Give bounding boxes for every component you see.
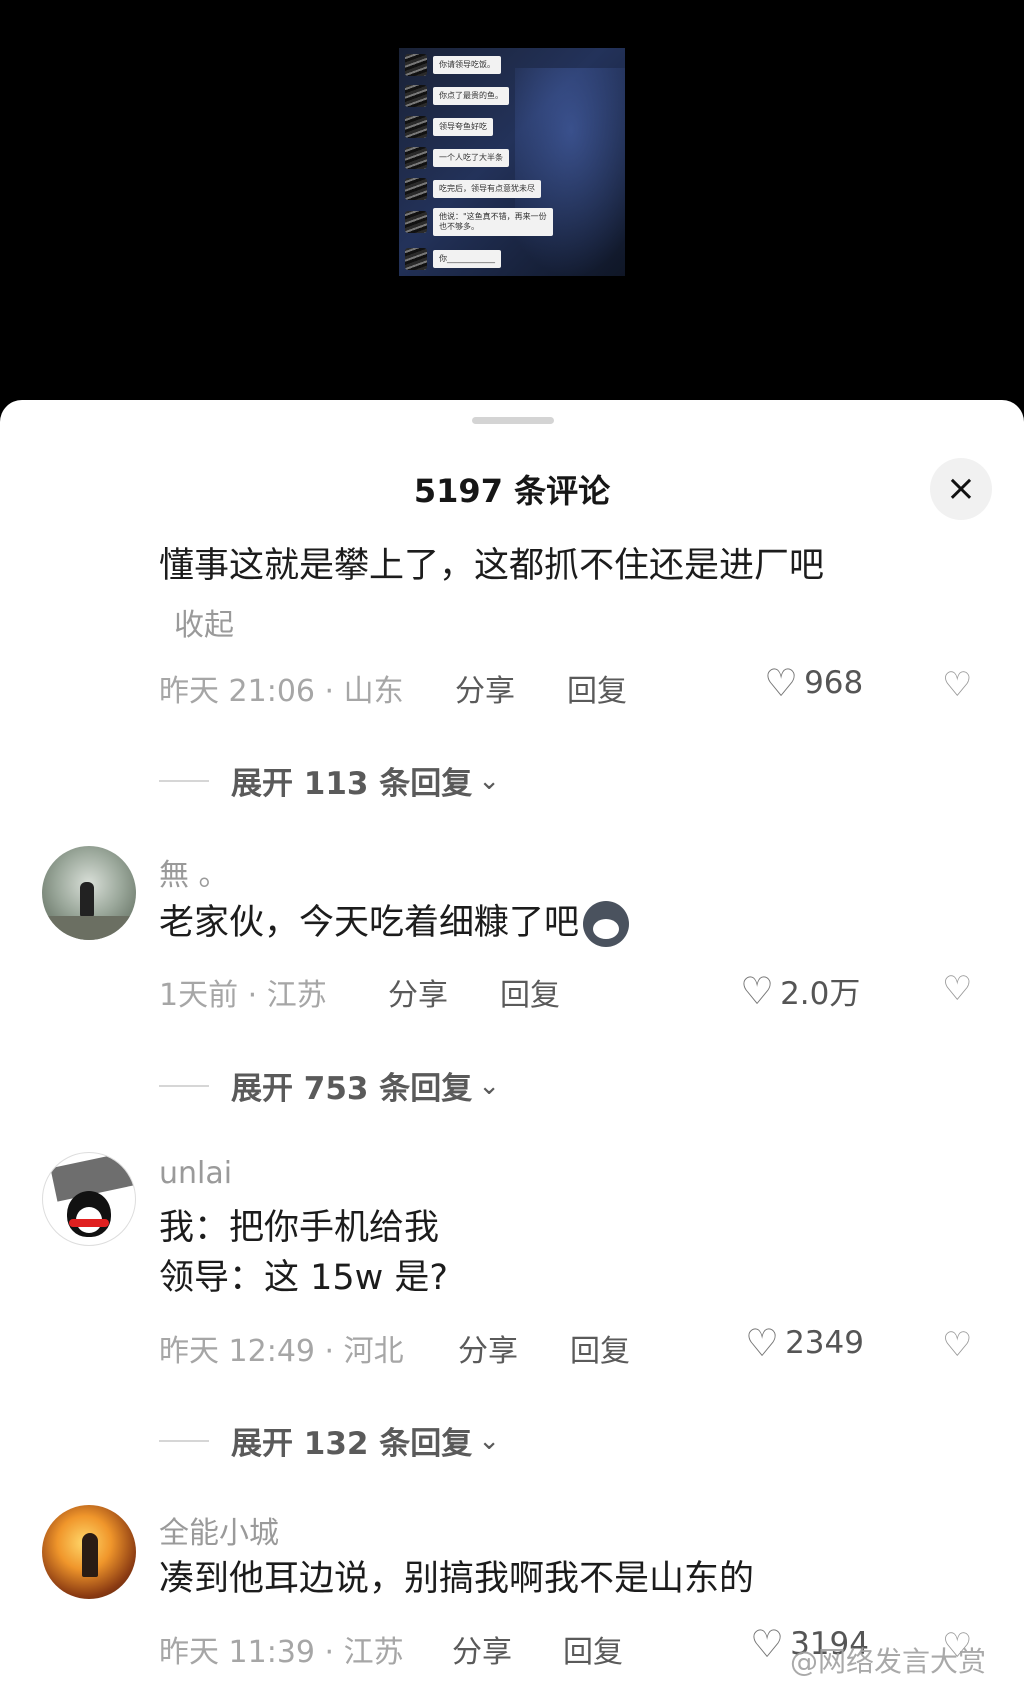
- chat-message: 你点了最贵的鱼。: [405, 85, 509, 107]
- dog-emoji-icon: [583, 901, 630, 947]
- chat-message: 他说："这鱼真不错，再来一份 也不够多。: [405, 208, 553, 236]
- chat-message: 你请领导吃饭。: [405, 54, 501, 76]
- chat-bubble: 你____________: [433, 250, 501, 268]
- chat-message: 吃完后，领导有点意犹未尽: [405, 178, 541, 200]
- chat-bubble: 他说："这鱼真不错，再来一份 也不够多。: [433, 208, 553, 236]
- chat-avatar: [405, 211, 427, 233]
- chat-bubble: 你请领导吃饭。: [433, 56, 501, 74]
- video-area[interactable]: 你请领导吃饭。 你点了最贵的鱼。 领导夸鱼好吃 一个人吃了大半条 吃完后，领导有…: [0, 0, 1024, 420]
- divider-line: [159, 779, 209, 782]
- chat-message: 领导夸鱼好吃: [405, 116, 493, 138]
- chevron-down-icon: ⌄: [478, 1425, 501, 1456]
- share-button[interactable]: 分享: [452, 1627, 512, 1671]
- avatar[interactable]: [42, 1505, 136, 1599]
- reply-button[interactable]: 回复: [563, 1627, 623, 1671]
- chevron-down-icon: ⌄: [478, 765, 501, 796]
- comment-meta: 昨天 11:39 · 江苏: [159, 1635, 404, 1670]
- chat-avatar: [405, 147, 427, 169]
- chat-bubble: 你点了最贵的鱼。: [433, 87, 509, 105]
- username[interactable]: unlai: [159, 1156, 232, 1191]
- avatar[interactable]: [42, 846, 136, 940]
- reply-button[interactable]: 回复: [500, 970, 560, 1014]
- like-button[interactable]: ♡ 2349: [745, 1324, 864, 1362]
- expand-replies[interactable]: 展开 753 条回复 ⌄: [159, 1063, 500, 1108]
- chat-bubble: 一个人吃了大半条: [433, 149, 509, 167]
- comment-count-title: 5197 条评论: [413, 472, 611, 510]
- reply-button[interactable]: 回复: [567, 666, 627, 710]
- expand-replies-label: 展开 113 条回复: [231, 766, 473, 802]
- expand-replies[interactable]: 展开 132 条回复 ⌄: [159, 1418, 500, 1463]
- comment-meta: 昨天 12:49 · 河北: [159, 1334, 404, 1369]
- comment-text: 我：把你手机给我 领导：这 15w 是?: [159, 1208, 448, 1298]
- like-button[interactable]: ♡ 968: [764, 664, 863, 702]
- comment-text-content: 老家伙，今天吃着细糠了吧: [159, 903, 580, 943]
- comment-meta: 1天前 · 江苏: [159, 978, 327, 1013]
- dislike-icon[interactable]: ♡: [942, 972, 972, 1006]
- expand-replies-label: 展开 753 条回复: [231, 1071, 473, 1107]
- expand-replies-label: 展开 132 条回复: [231, 1426, 473, 1462]
- chat-avatar: [405, 85, 427, 107]
- drag-handle[interactable]: [472, 417, 554, 424]
- like-count: 968: [804, 665, 864, 701]
- heart-icon: ♡: [745, 1321, 780, 1365]
- watermark: @网络发言大赏: [790, 1645, 987, 1678]
- comment-text: 懂事这就是攀上了，这都抓不住还是进厂吧: [159, 546, 825, 586]
- comment-meta: 昨天 21:06 · 山东: [159, 674, 404, 709]
- close-button[interactable]: ×: [930, 458, 992, 520]
- collapse-link[interactable]: 收起: [174, 600, 234, 644]
- chat-message: 一个人吃了大半条: [405, 147, 509, 169]
- heart-icon: ♡: [750, 1622, 785, 1666]
- chat-message: 你____________: [405, 248, 501, 270]
- avatar[interactable]: [42, 1152, 136, 1246]
- heart-icon: ♡: [740, 968, 775, 1013]
- comment-text: 老家伙，今天吃着细糠了吧: [159, 898, 630, 948]
- divider-line: [159, 1439, 209, 1442]
- heart-icon: ♡: [764, 661, 799, 705]
- chat-avatar: [405, 178, 427, 200]
- chat-avatar: [405, 116, 427, 138]
- chat-bubble: 领导夸鱼好吃: [433, 118, 493, 136]
- like-button[interactable]: ♡ 2.0万: [740, 968, 860, 1013]
- chat-bubble: 吃完后，领导有点意犹未尽: [433, 180, 541, 198]
- like-count: 2349: [785, 1325, 864, 1361]
- divider-line: [159, 1084, 209, 1087]
- dislike-icon[interactable]: ♡: [942, 1328, 972, 1362]
- chat-avatar: [405, 248, 427, 270]
- comment-text: 凑到他耳边说，别搞我啊我不是山东的: [159, 1559, 755, 1599]
- share-button[interactable]: 分享: [455, 666, 515, 710]
- chat-avatar: [405, 54, 427, 76]
- username[interactable]: 全能小城: [159, 1508, 279, 1552]
- expand-replies[interactable]: 展开 113 条回复 ⌄: [159, 758, 500, 803]
- chevron-down-icon: ⌄: [478, 1070, 501, 1101]
- reply-button[interactable]: 回复: [570, 1326, 630, 1370]
- dislike-icon[interactable]: ♡: [942, 668, 972, 702]
- share-button[interactable]: 分享: [458, 1326, 518, 1370]
- username[interactable]: 無 。: [159, 850, 229, 894]
- share-button[interactable]: 分享: [388, 970, 448, 1014]
- close-icon: ×: [945, 468, 977, 509]
- comment-sheet: 5197 条评论: [0, 400, 1024, 1685]
- like-count: 2.0万: [780, 976, 861, 1012]
- penguin-scarf: [69, 1219, 109, 1227]
- video-thumbnail[interactable]: 你请领导吃饭。 你点了最贵的鱼。 领导夸鱼好吃 一个人吃了大半条 吃完后，领导有…: [399, 48, 625, 276]
